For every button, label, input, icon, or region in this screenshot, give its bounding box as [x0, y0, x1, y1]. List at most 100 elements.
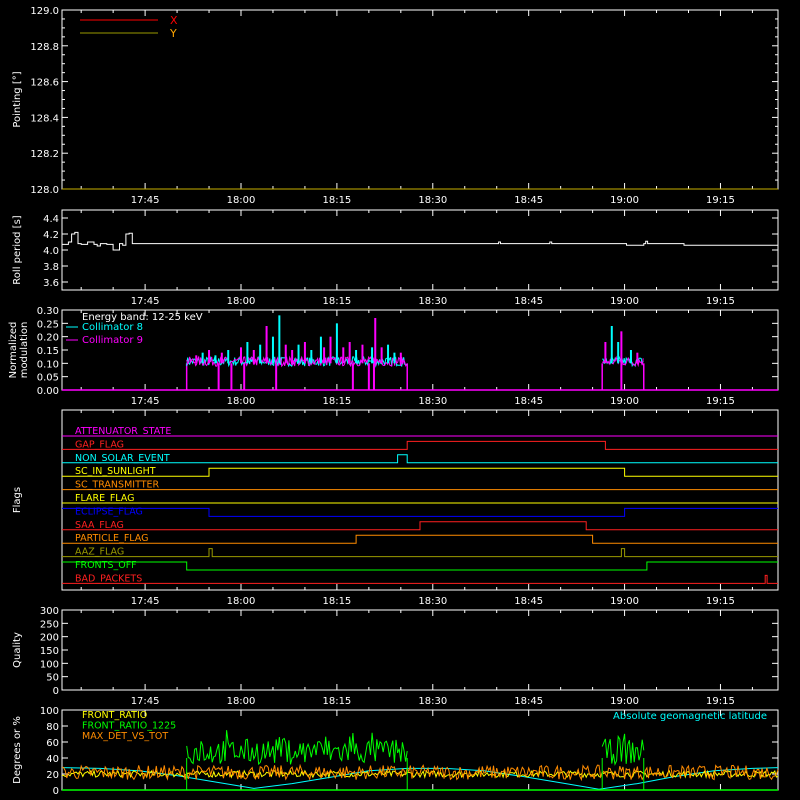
x-tick-label: 19:15 — [706, 596, 735, 607]
x-tick-label: 19:00 — [610, 396, 639, 407]
y-tick-label: 0 — [53, 786, 59, 797]
series-front-ratio-1225 — [601, 733, 645, 766]
x-tick-label: 18:30 — [418, 296, 447, 307]
x-tick-label: 17:45 — [131, 396, 160, 407]
x-tick-label: 19:00 — [610, 696, 639, 707]
x-tick-label: 17:45 — [131, 195, 160, 206]
y-tick-label: 0.00 — [37, 386, 59, 397]
roll-period-line — [62, 231, 779, 251]
quality-panel: 0 50 100 150 200 250 300 17:45 18:00 18:15 18:30 18… — [12, 606, 779, 707]
y-tick-label: 0.30 — [37, 306, 59, 317]
modulation-panel: 0.00 0.05 0.10 0.15 0.20 0.25 0.30 17:45 18:00 18… — [8, 306, 779, 407]
x-tick-label: 18:30 — [418, 396, 447, 407]
y-axis-label: Pointing [°] — [12, 71, 23, 127]
legend-label: Collimator 8 — [82, 322, 143, 333]
latitude-line — [61, 767, 779, 790]
y-tick-label: 80 — [46, 722, 59, 733]
y-tick-label: 128.6 — [30, 78, 59, 89]
x-tick-label: 18:00 — [227, 596, 256, 607]
x-tick-label: 19:00 — [610, 195, 639, 206]
plot-frame — [61, 409, 779, 591]
flag-label: AAZ_FLAG — [75, 547, 124, 558]
y-tick-label: 250 — [40, 619, 59, 630]
y-tick-label: 0.05 — [37, 373, 59, 384]
x-tick-label: 17:45 — [131, 296, 160, 307]
legend-label: MAX_DET_VS_TOT — [82, 731, 168, 742]
y-tick-label: 100 — [40, 706, 59, 717]
y-tick-label: 100 — [40, 659, 59, 670]
y-axis-label: Flags — [12, 487, 23, 513]
x-tick-label: 19:15 — [706, 396, 735, 407]
x-tick-label: 18:45 — [514, 195, 543, 206]
y-tick-label: 128.8 — [30, 42, 59, 53]
flag-label: SC_TRANSMITTER — [75, 480, 160, 491]
y-tick-label: 128.4 — [30, 113, 59, 124]
x-tick-label: 19:15 — [706, 696, 735, 707]
y-tick-label: 50 — [46, 673, 59, 684]
figure-canvas: 128.0 128.2 128.4 128.6 128.8 129.0 17:45 18:00… — [8, 6, 779, 797]
x-tick-label: 18:45 — [514, 396, 543, 407]
y-axis-label: Roll period [s] — [12, 215, 23, 284]
x-tick-label: 18:00 — [227, 396, 256, 407]
y-tick-label: 4.2 — [43, 230, 59, 241]
y-tick-label: 128.0 — [30, 185, 59, 196]
ratio-panel: 0 20 40 60 80 100 Degrees or % FRONT_RATIOFRONT… — [12, 706, 779, 797]
x-tick-label: 18:45 — [514, 596, 543, 607]
legend-label: X — [170, 14, 178, 27]
flag-line-saa-flag — [62, 521, 778, 531]
x-tick-label: 18:00 — [227, 696, 256, 707]
flag-line-gap-flag — [62, 440, 778, 450]
x-tick-label: 18:45 — [514, 296, 543, 307]
plot-frame — [61, 209, 779, 291]
series-front-ratio-1225 — [186, 730, 408, 766]
y-tick-label: 0.25 — [37, 319, 59, 330]
flag-label: SAA_FLAG — [75, 520, 124, 531]
x-tick-label: 19:00 — [610, 596, 639, 607]
legend-label: FRONT_RATIO_1225 — [82, 721, 176, 732]
x-tick-label: 17:45 — [131, 596, 160, 607]
flag-line-sc-in-sunlight — [62, 467, 778, 477]
flag-line-aaz-flag — [62, 548, 778, 558]
y-tick-label: 3.8 — [43, 262, 59, 273]
y-tick-label: 0.20 — [37, 333, 59, 344]
flag-label: ATTENUATOR_STATE — [75, 426, 171, 437]
x-tick-label: 18:15 — [322, 396, 351, 407]
flag-label: PARTICLE_FLAG — [75, 533, 148, 544]
flag-line-fronts-off — [62, 561, 778, 571]
flag-label: ECLIPSE_FLAG — [75, 506, 143, 517]
pointing-panel: 128.0 128.2 128.4 128.6 128.8 129.0 17:45 18:00… — [12, 6, 779, 206]
flags-panel: 17:45 18:00 18:15 18:30 18:45 19:00 19:15 Flags… — [12, 409, 779, 607]
y-tick-label: 3.6 — [43, 278, 59, 289]
x-tick-label: 19:15 — [706, 296, 735, 307]
y-tick-label: 0.10 — [37, 359, 59, 370]
y-axis-label: Degrees or % — [12, 716, 23, 784]
x-tick-label: 18:15 — [322, 296, 351, 307]
x-tick-label: 18:30 — [418, 696, 447, 707]
x-tick-label: 18:45 — [514, 696, 543, 707]
hessi-qlook-figure: 128.0 128.2 128.4 128.6 128.8 129.0 17:45 18:00… — [0, 0, 800, 800]
flag-label: FRONTS_OFF — [75, 560, 137, 571]
y-tick-label: 129.0 — [30, 6, 59, 17]
flag-label: NON_SOLAR_EVENT — [75, 453, 170, 464]
y-tick-label: 4.0 — [43, 246, 59, 257]
y-tick-label: 150 — [40, 646, 59, 657]
legend-label: Y — [169, 27, 177, 40]
y-tick-label: 128.2 — [30, 149, 59, 160]
y-axis-label: Normalizedmodulation — [8, 322, 30, 379]
legend-label: Collimator 9 — [82, 335, 143, 346]
legend-label: FRONT_RATIO — [82, 710, 147, 721]
x-tick-label: 18:15 — [322, 696, 351, 707]
x-tick-label: 19:15 — [706, 195, 735, 206]
flag-label: GAP_FLAG — [75, 439, 124, 450]
plot-frame — [61, 609, 779, 691]
x-tick-label: 18:30 — [418, 596, 447, 607]
y-tick-label: 40 — [46, 754, 59, 765]
y-tick-label: 4.4 — [43, 214, 59, 225]
y-tick-label: 200 — [40, 633, 59, 644]
y-tick-label: 0 — [53, 686, 59, 697]
x-tick-label: 18:15 — [322, 195, 351, 206]
flag-line-bad-packets — [62, 574, 778, 584]
y-tick-label: 60 — [46, 738, 59, 749]
latitude-legend-label: Absolute geomagnetic latitude — [613, 711, 767, 722]
flag-label: SC_IN_SUNLIGHT — [75, 466, 156, 477]
